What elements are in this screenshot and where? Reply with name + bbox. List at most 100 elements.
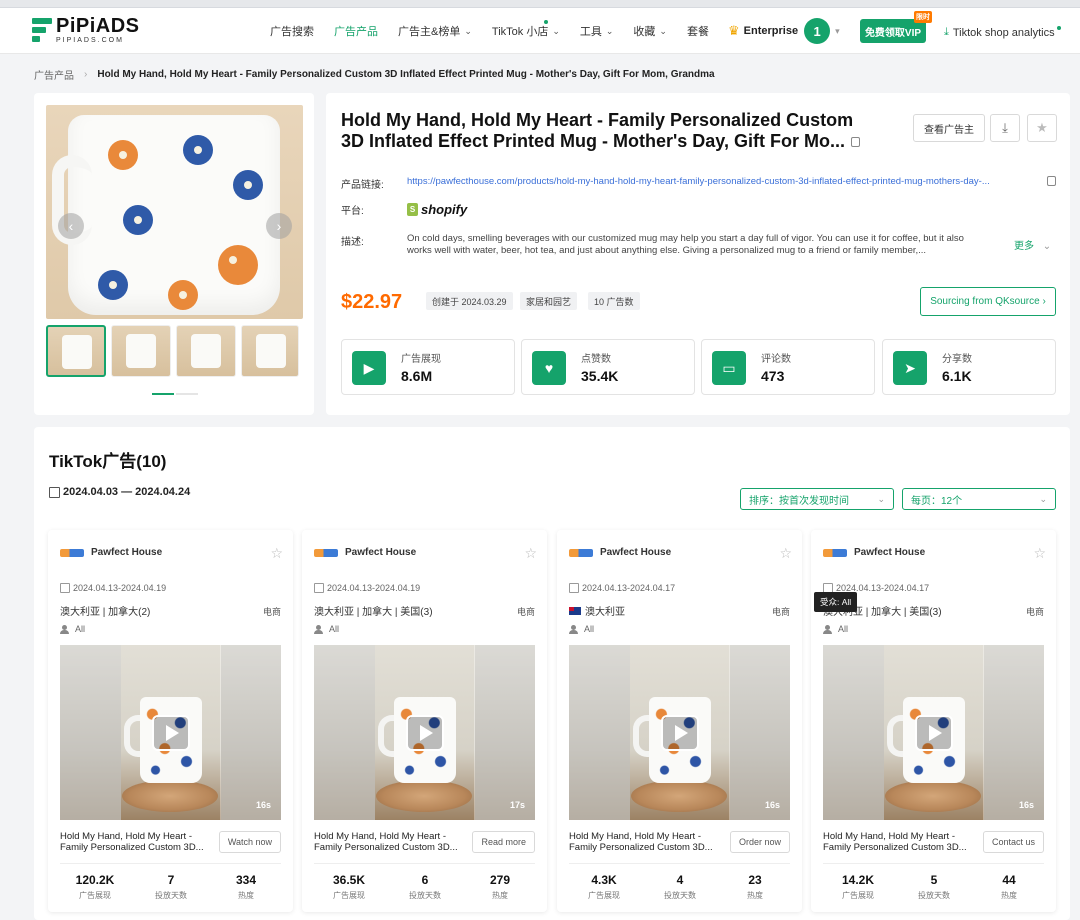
category-chip: 家居和园艺 [520,292,578,310]
ad-title[interactable]: Hold My Hand, Hold My Heart - Family Per… [314,831,464,853]
new-dot-icon [543,20,548,24]
thumbnail[interactable] [241,325,299,377]
ad-category: 电商 [516,607,535,617]
ad-cta-button[interactable]: Read more [472,831,535,853]
ad-video-thumbnail[interactable]: 16s [823,645,1044,820]
main-nav: 广告搜索 广告产品 广告主&榜单 ⌄ TikTok 小店 ⌄ 工具 ⌄ 收藏 ⌄ 套餐 [270,8,729,54]
advertiser-name[interactable]: Pawfect House [569,547,671,558]
nav-tiktok-shop[interactable]: TikTok 小店 ⌄ [492,20,560,39]
star-icon[interactable]: ☆ [524,545,537,562]
gallery-next-button[interactable]: › [266,213,292,239]
thumbnail[interactable] [46,325,106,377]
favorite-button[interactable]: ★ [1027,114,1057,142]
platform-label: 平台: [341,206,364,217]
pipiads-logo[interactable]: PiPiADS PIPIADS.COM [32,16,140,44]
ad-video-thumbnail[interactable]: 16s [60,645,281,820]
thumbnail-strip [46,325,304,377]
product-description: On cold days, smelling beverages with ou… [407,233,964,256]
play-icon[interactable] [406,715,444,751]
australia-flag-icon [569,606,581,615]
advertiser-name[interactable]: Pawfect House [314,547,416,558]
play-icon[interactable] [915,715,953,751]
video-duration: 16s [764,800,780,810]
gallery-prev-button[interactable]: ‹ [58,213,84,239]
logo-mark-icon [32,16,52,44]
ad-cta-button[interactable]: Order now [729,831,790,853]
metric-heat: 334 热度 [235,873,257,900]
ad-card[interactable]: Pawfect House ☆ 2024.04.13-2024.04.17 澳大利亚 … [811,530,1056,912]
copy-icon[interactable] [1047,176,1056,186]
ad-video-thumbnail[interactable]: 16s [569,645,790,820]
nav-plans[interactable]: 套餐 [687,23,709,39]
star-icon[interactable]: ☆ [270,545,283,562]
advertiser-name[interactable]: Pawfect House [823,547,925,558]
product-gallery: ‹ › [34,93,314,415]
avatar[interactable]: 1 [804,18,831,44]
ad-cta-button[interactable]: Contact us [982,831,1044,853]
browser-strip [0,0,1080,8]
sourcing-qksource-button[interactable]: Sourcing from QKsource › [920,287,1056,316]
ad-dates: 2024.04.13-2024.04.19 [60,583,166,593]
crown-icon: ♛ [728,23,740,38]
free-vip-button[interactable]: 免费领取VIP 限时 [860,11,932,43]
download-button[interactable]: ⤓ [990,114,1020,142]
nav-advertisers[interactable]: 广告主&榜单 ⌄ [398,23,472,39]
logo-subtext: PIPIADS.COM [56,37,124,44]
ad-video-thumbnail[interactable]: 17s [314,645,535,820]
view-advertiser-button[interactable]: 查看广告主 [913,114,985,142]
description-row: 描述: On cold days, smelling beverages wit… [341,233,977,257]
copy-icon[interactable] [850,137,860,148]
ad-card[interactable]: Pawfect House ☆ 2024.04.13-2024.04.19 澳大利亚 … [302,530,547,912]
more-toggle[interactable]: 更多 ⌄ [1014,237,1051,252]
platform-row: 平台: Sshopify [341,202,467,217]
per-page-select[interactable]: 每页：12个 ⌄ [902,488,1056,510]
video-duration: 16s [1018,800,1034,810]
sort-select[interactable]: 排序：按首次发现时间 ⌄ [740,488,894,510]
tiktok-shop-analytics-link[interactable]: ⤓ Tiktok shop analytics [944,25,1061,39]
breadcrumb: 广告产品 › Hold My Hand, Hold My Heart - Fam… [34,67,715,82]
date-range: 2024.04.03 — 2024.04.24 [49,486,190,498]
play-icon[interactable] [661,715,699,751]
ad-card[interactable]: Pawfect House ☆ 2024.04.13-2024.04.17 澳大利亚 电… [557,530,802,912]
metric-days: 4 投放天数 [664,873,696,900]
audience-tooltip: 受众: All [814,592,858,612]
calendar-icon [60,583,70,593]
product-main-image[interactable]: ‹ › [46,105,303,319]
advertiser-name[interactable]: Pawfect House [60,547,162,558]
ad-cta-button[interactable]: Watch now [218,831,281,853]
ads-section-title: TikTok广告(10) [49,452,167,471]
thumbnail[interactable] [111,325,171,377]
shopify-logo: Sshopify [407,202,467,217]
nav-tools[interactable]: 工具 ⌄ [580,23,614,39]
ad-audience: All [60,624,85,634]
product-link[interactable]: https://pawfecthouse.com/products/hold-m… [407,176,1043,191]
download-icon: ⤓ [944,26,949,38]
star-icon: ★ [1036,120,1048,135]
star-icon[interactable]: ☆ [1033,545,1046,562]
limited-tag: 限时 [914,11,932,23]
video-duration: 17s [509,800,525,810]
ad-title[interactable]: Hold My Hand, Hold My Heart - Family Per… [823,831,973,853]
breadcrumb-root[interactable]: 广告产品 [34,67,74,82]
created-date-chip: 创建于 2024.03.29 [426,292,513,310]
ad-title[interactable]: Hold My Hand, Hold My Heart - Family Per… [569,831,719,853]
ad-card[interactable]: Pawfect House ☆ 2024.04.13-2024.04.19 澳大利亚 … [48,530,293,912]
comment-icon: ▭ [712,351,746,385]
nav-favorites[interactable]: 收藏 ⌄ [633,23,667,39]
account-menu[interactable]: ♛ Enterprise 1 ▾ [728,18,840,44]
ad-count-chip: 10 广告数 [588,292,640,310]
chevron-down-icon: ⌄ [605,25,614,36]
metric-days: 5 投放天数 [918,873,950,900]
ad-title[interactable]: Hold My Hand, Hold My Heart - Family Per… [60,831,210,853]
brand-logo-icon [569,548,593,557]
chevron-down-icon: ⌄ [552,25,560,36]
divider [314,863,535,864]
star-icon[interactable]: ☆ [779,545,792,562]
product-link-row: 产品链接: https://pawfecthouse.com/products/… [341,176,1056,191]
play-icon[interactable] [152,715,190,751]
calendar-icon [314,583,324,593]
thumbnail[interactable] [176,325,236,377]
nav-ad-search[interactable]: 广告搜索 [270,23,314,39]
logo-text: PiPiADS [56,15,140,37]
nav-ad-products[interactable]: 广告产品 [334,23,378,39]
